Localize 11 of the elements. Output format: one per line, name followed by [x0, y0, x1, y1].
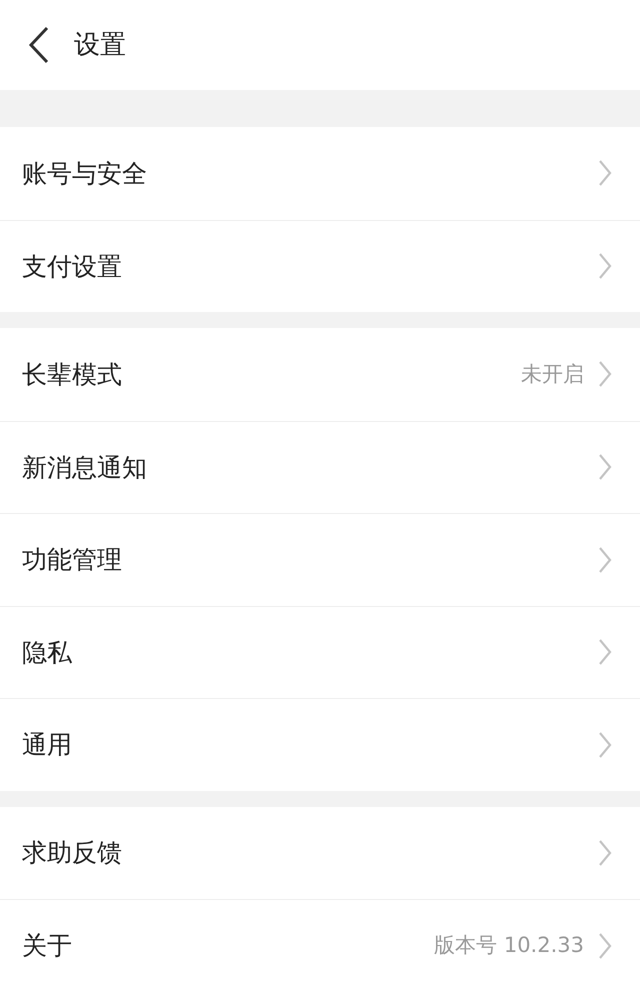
- chevron-icon: [598, 159, 612, 188]
- chevron-icon: [598, 730, 612, 759]
- chevron-icon: [598, 838, 612, 867]
- chevron-icon: [598, 932, 612, 960]
- page-title: 设置: [74, 28, 126, 62]
- chevron-icon: [598, 360, 612, 388]
- chevron-icon: [598, 453, 612, 482]
- chevron-icon: [598, 546, 612, 574]
- chevron-icon: [598, 638, 612, 666]
- chevron-icon: [598, 252, 612, 280]
- back-icon[interactable]: [28, 26, 50, 64]
